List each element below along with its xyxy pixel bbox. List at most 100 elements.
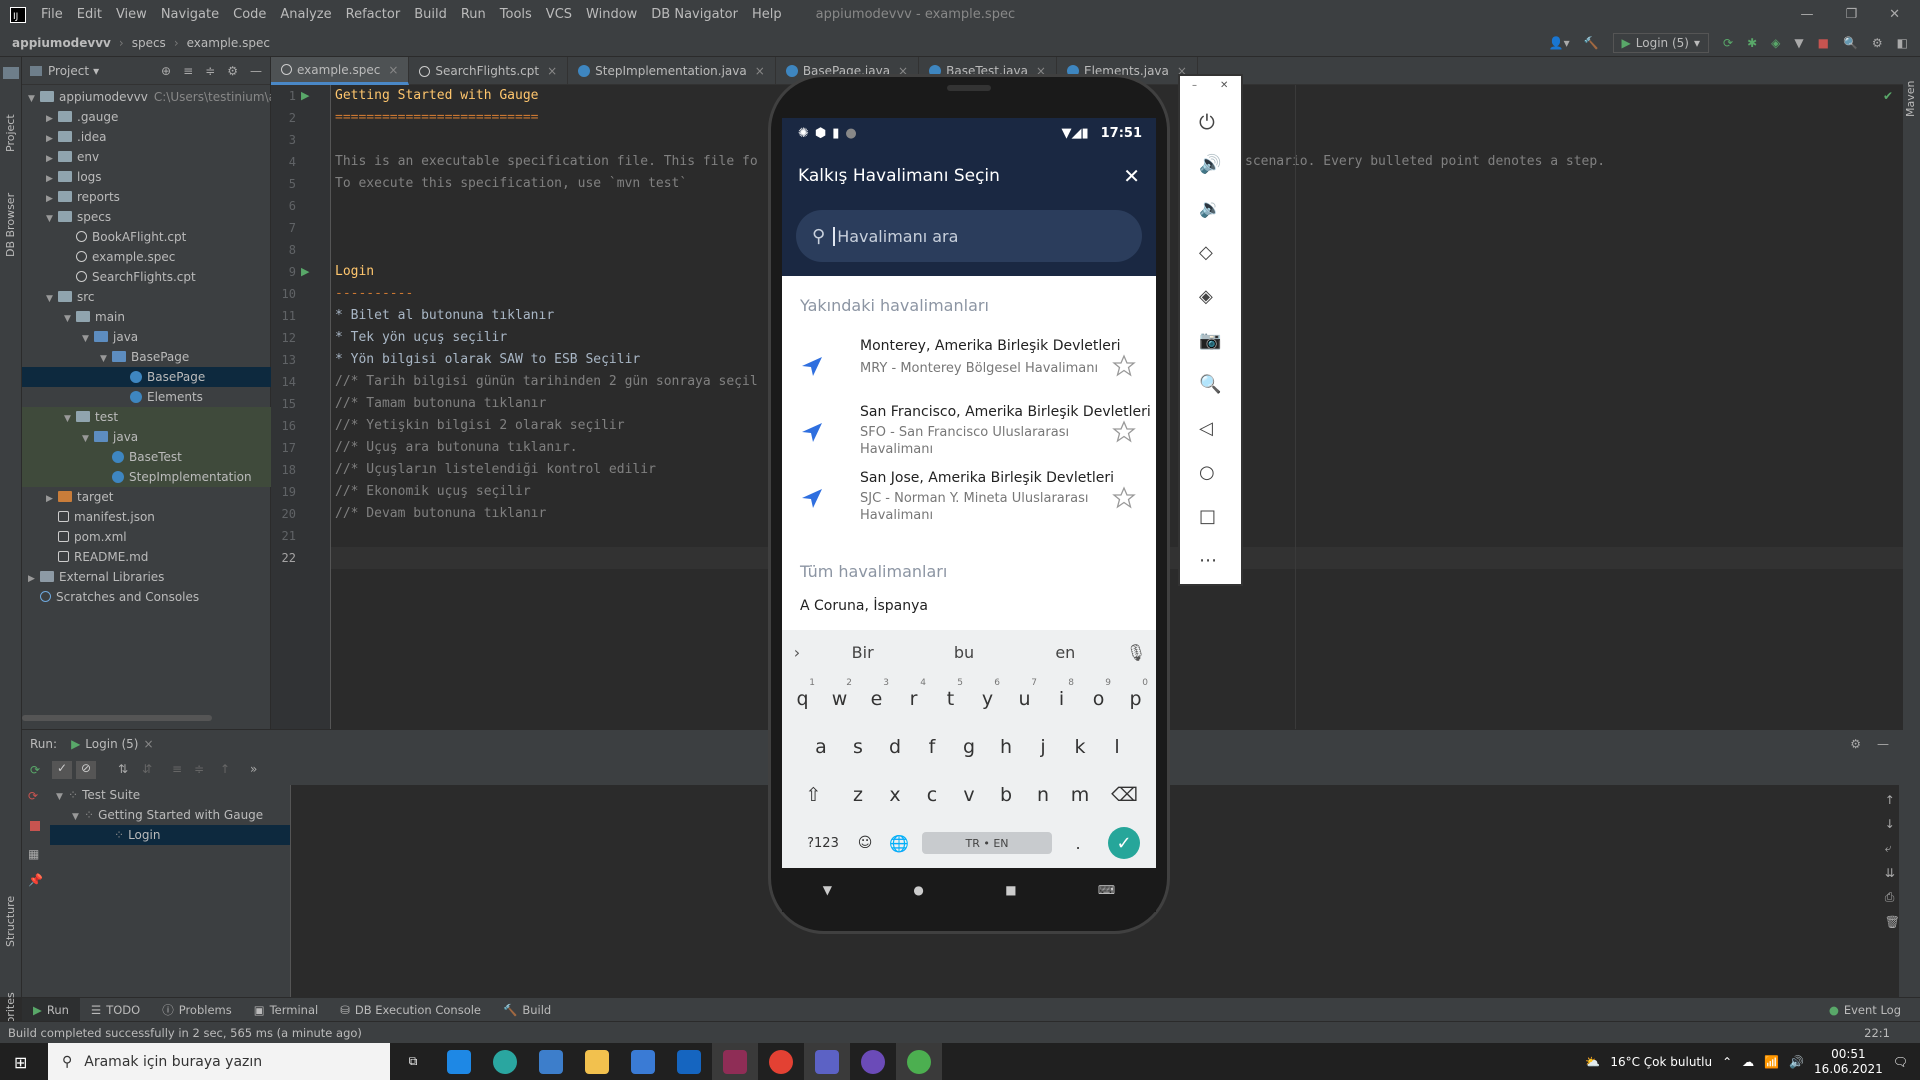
breadcrumb-project[interactable]: appiumodevvv bbox=[0, 36, 115, 50]
key-f[interactable]: f bbox=[914, 724, 951, 770]
test-spec-node[interactable]: ▼ ⁘ Getting Started with Gauge bbox=[72, 805, 263, 825]
key-l[interactable]: l bbox=[1099, 724, 1136, 770]
collapse-all-icon[interactable]: ≑ bbox=[205, 64, 215, 78]
rotate-right-icon[interactable]: ◈ bbox=[1199, 286, 1223, 310]
menu-code[interactable]: Code bbox=[226, 7, 273, 22]
tray-chevron-icon[interactable]: ⌃ bbox=[1722, 1055, 1732, 1069]
chevron-right-icon[interactable]: ▶ bbox=[46, 489, 58, 509]
network-icon[interactable]: 📶 bbox=[1764, 1055, 1779, 1069]
menu-db-navigator[interactable]: DB Navigator bbox=[644, 7, 745, 22]
favorite-star-icon[interactable] bbox=[1112, 420, 1136, 444]
period-key[interactable]: . bbox=[1058, 820, 1098, 866]
tree-item[interactable]: ▼ main bbox=[22, 307, 271, 327]
taskbar-search[interactable]: ⚲ Aramak için buraya yazın bbox=[48, 1043, 390, 1080]
chevron-right-icon[interactable]: ▶ bbox=[28, 569, 40, 589]
emu-minimize-icon[interactable]: – bbox=[1192, 80, 1197, 91]
tree-item[interactable]: BookAFlight.cpt bbox=[22, 227, 271, 247]
tree-item[interactable]: StepImplementation bbox=[22, 467, 271, 487]
key-a[interactable]: a bbox=[803, 724, 840, 770]
key-y[interactable]: y6 bbox=[969, 676, 1006, 722]
event-log[interactable]: ● Event Log bbox=[1818, 998, 1912, 1022]
soft-wrap-icon[interactable]: ⤶ bbox=[1885, 841, 1900, 856]
key-s[interactable]: s bbox=[840, 724, 877, 770]
mail-icon[interactable] bbox=[666, 1043, 712, 1080]
tool-tab-maven[interactable]: Maven bbox=[1904, 81, 1917, 117]
enter-check-key-icon[interactable]: ✓ bbox=[1108, 827, 1140, 859]
print-icon[interactable]: ⎙ bbox=[1885, 890, 1900, 905]
tree-item[interactable]: example.spec bbox=[22, 247, 271, 267]
key-v[interactable]: v bbox=[951, 772, 988, 818]
coverage-icon[interactable]: ◈ bbox=[1771, 36, 1780, 50]
scroll-end-icon[interactable]: ⇊ bbox=[1885, 866, 1900, 880]
tree-item[interactable]: Elements bbox=[22, 387, 271, 407]
chevron-down-icon[interactable]: ▼ bbox=[64, 409, 76, 429]
run-settings-icon[interactable]: ⚙ bbox=[1850, 737, 1861, 751]
layout-icon[interactable]: ▦ bbox=[28, 847, 39, 861]
store-icon[interactable] bbox=[528, 1043, 574, 1080]
key-o[interactable]: o9 bbox=[1080, 676, 1117, 722]
chevron-down-icon[interactable]: ▼ bbox=[82, 329, 94, 349]
tool-todo[interactable]: ☰ TODO bbox=[80, 998, 151, 1022]
back-icon[interactable]: ◁ bbox=[1199, 418, 1223, 442]
space-bar[interactable]: TR • EN bbox=[922, 832, 1052, 854]
tab-searchflights[interactable]: SearchFlights.cpt × bbox=[409, 57, 569, 85]
scroll-up-icon[interactable]: ↑ bbox=[1885, 793, 1900, 807]
tree-item[interactable]: ▶ .idea bbox=[22, 127, 271, 147]
key-m[interactable]: m bbox=[1062, 772, 1099, 818]
favorite-star-icon[interactable] bbox=[1112, 486, 1136, 510]
chevron-down-icon[interactable]: ▼ bbox=[82, 429, 94, 449]
weather-text[interactable]: 16°C Çok bulutlu bbox=[1610, 1055, 1712, 1069]
settings-gear-icon[interactable]: ⚙ bbox=[1872, 36, 1883, 50]
tab-example-spec[interactable]: example.spec × bbox=[271, 57, 410, 85]
explorer-icon[interactable] bbox=[574, 1043, 620, 1080]
tree-item[interactable]: ▼ java bbox=[22, 327, 271, 347]
menu-navigate[interactable]: Navigate bbox=[154, 7, 226, 22]
key-k[interactable]: k bbox=[1062, 724, 1099, 770]
debug-icon[interactable]: ✱ bbox=[1747, 36, 1757, 50]
key-u[interactable]: u7 bbox=[1006, 676, 1043, 722]
key-x[interactable]: x bbox=[877, 772, 914, 818]
minimize-icon[interactable]: — bbox=[1800, 7, 1813, 22]
shift-key-icon[interactable]: ⇧ bbox=[788, 772, 840, 818]
menu-analyze[interactable]: Analyze bbox=[273, 7, 338, 22]
onedrive-icon[interactable]: ☁ bbox=[1742, 1055, 1754, 1069]
suggestions-expand-icon[interactable]: › bbox=[782, 643, 812, 662]
breadcrumb-folder[interactable]: specs bbox=[128, 36, 170, 50]
test-suite-node[interactable]: ▼ ⁘ Test Suite bbox=[56, 785, 140, 805]
tree-item[interactable]: ▼ java bbox=[22, 427, 271, 447]
scroll-down-icon[interactable]: ↓ bbox=[1885, 817, 1900, 831]
chevron-right-icon[interactable]: ▶ bbox=[46, 129, 58, 149]
tab-stepimplementation[interactable]: StepImplementation.java × bbox=[568, 57, 776, 85]
key-w[interactable]: w2 bbox=[821, 676, 858, 722]
chevron-down-icon[interactable]: ▼ bbox=[46, 289, 58, 309]
menu-run[interactable]: Run bbox=[454, 7, 493, 22]
chevron-down-icon[interactable]: ▼ bbox=[46, 209, 58, 229]
windows-start-icon[interactable]: ⊞ bbox=[14, 1053, 27, 1072]
locate-icon[interactable]: ⊕ bbox=[161, 64, 171, 78]
tool-terminal[interactable]: ▣ Terminal bbox=[243, 998, 329, 1022]
key-t[interactable]: t5 bbox=[932, 676, 969, 722]
airport-search-input[interactable]: ⚲ Havalimanı ara bbox=[796, 210, 1142, 262]
mic-icon[interactable]: 🎙 bbox=[1116, 643, 1156, 662]
run-config-tab[interactable]: ▶ Login (5) × bbox=[71, 737, 153, 751]
test-login-node[interactable]: ⁘ Login bbox=[50, 825, 290, 845]
key-b[interactable]: b bbox=[988, 772, 1025, 818]
chevron-down-icon[interactable]: ▼ bbox=[100, 349, 112, 369]
chevron-right-icon[interactable]: ▶ bbox=[46, 189, 58, 209]
key-c[interactable]: c bbox=[914, 772, 951, 818]
menu-edit[interactable]: Edit bbox=[70, 7, 109, 22]
run-scenario-icon[interactable]: ▶ bbox=[301, 265, 309, 278]
tree-item[interactable]: BasePage bbox=[22, 367, 271, 387]
tree-item[interactable]: BaseTest bbox=[22, 447, 271, 467]
more-icon[interactable]: ⋯ bbox=[1199, 550, 1223, 574]
tree-item[interactable]: pom.xml bbox=[22, 527, 271, 547]
tool-run[interactable]: ▶ Run bbox=[22, 997, 80, 1022]
sort-duration-icon[interactable]: ⇵ bbox=[142, 762, 152, 776]
tool-db-console[interactable]: ⛁ DB Execution Console bbox=[329, 998, 492, 1022]
notifications-icon[interactable]: 🗨 bbox=[1893, 1055, 1908, 1069]
key-j[interactable]: j bbox=[1025, 724, 1062, 770]
run-config-select[interactable]: ▶ Login (5) ▾ bbox=[1612, 32, 1709, 53]
rotate-left-icon[interactable]: ◇ bbox=[1199, 242, 1223, 266]
app-purple-icon[interactable] bbox=[850, 1043, 896, 1080]
key-q[interactable]: q1 bbox=[784, 676, 821, 722]
